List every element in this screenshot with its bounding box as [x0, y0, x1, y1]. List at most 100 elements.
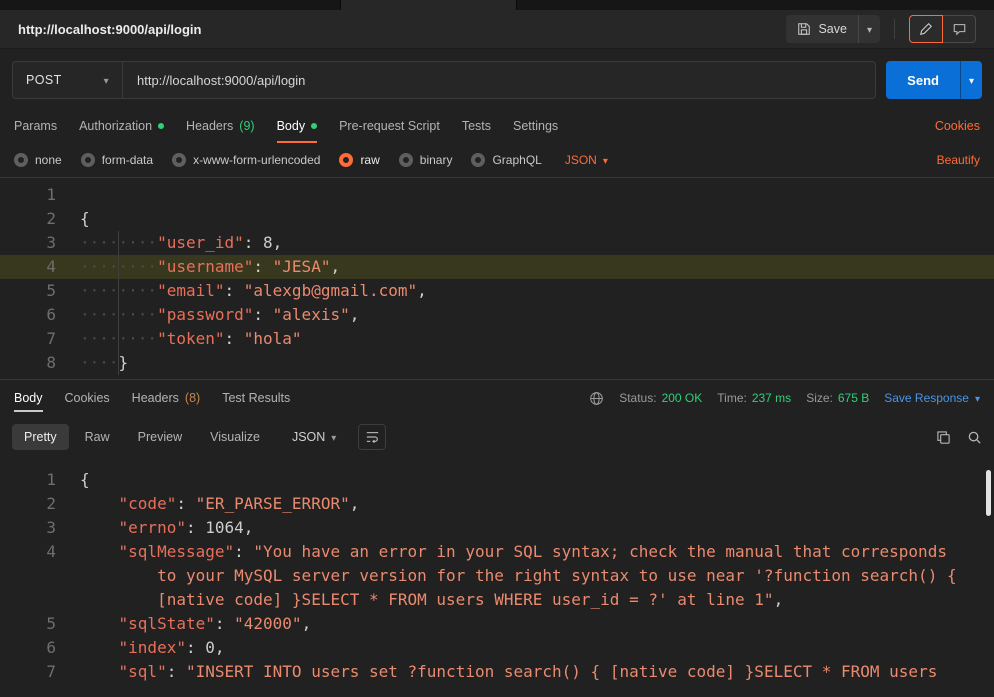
wrap-text-button[interactable] — [358, 424, 386, 450]
language-select[interactable]: JSON — [565, 153, 608, 167]
code-line[interactable]: 5 "sqlState": "42000", — [0, 612, 994, 636]
code-line[interactable]: 7 "sql": "INSERT INTO users set ?functio… — [0, 660, 994, 684]
response-tab-body[interactable]: Body — [14, 380, 43, 416]
request-tab-settings[interactable]: Settings — [513, 109, 558, 143]
line-number: 5 — [0, 279, 56, 303]
code-token: , — [350, 494, 360, 513]
request-tabs-list: Params Authorization Headers(9) Body Pre-req… — [14, 109, 558, 143]
response-tab-test-results[interactable]: Test Results — [222, 380, 290, 416]
code-line[interactable]: 1{ — [0, 468, 994, 492]
request-tab-pre-request-script[interactable]: Pre-request Script — [339, 109, 440, 143]
comment-icon — [952, 22, 967, 36]
radio-icon — [399, 153, 413, 167]
code-token: , — [774, 590, 784, 609]
beautify-link[interactable]: Beautify — [937, 153, 980, 167]
chevron-down-icon — [969, 73, 974, 87]
request-tab-authorization[interactable]: Authorization — [79, 109, 164, 143]
code-token: , — [273, 233, 283, 252]
radio-label: binary — [420, 153, 453, 167]
response-tab-headers[interactable]: Headers(8) — [132, 380, 201, 416]
code-token: "You have an error in your SQL syntax; c… — [253, 542, 947, 561]
request-editor-lines: 1 2{3········"user_id": 8,4········"user… — [0, 183, 994, 375]
cookies-link[interactable]: Cookies — [935, 119, 980, 133]
method-select[interactable]: POST — [12, 61, 122, 99]
line-number: 7 — [0, 660, 56, 684]
body-type-binary[interactable]: binary — [399, 153, 453, 167]
tab-label: Body — [14, 391, 43, 405]
chevron-down-icon — [331, 431, 336, 444]
tab-label: Authorization — [79, 119, 152, 133]
send-dropdown-button[interactable] — [960, 61, 982, 99]
code-token: "token" — [157, 329, 224, 348]
code-line[interactable]: 6········"password": "alexis", — [0, 303, 994, 327]
active-window-tab[interactable] — [340, 0, 517, 10]
code-line[interactable]: 7········"token": "hola" — [0, 327, 994, 351]
search-button[interactable] — [967, 430, 982, 445]
code-token: "INSERT INTO users set ?function search(… — [186, 662, 937, 681]
request-tabs: Params Authorization Headers(9) Body Pre-req… — [0, 109, 994, 143]
time-label: Time: — [717, 391, 747, 405]
code-line[interactable]: to your MySQL server version for the rig… — [0, 564, 994, 588]
code-line[interactable]: 1 — [0, 183, 994, 207]
code-token: to your MySQL server version for the rig… — [157, 566, 957, 585]
response-scrollbar[interactable] — [986, 470, 991, 516]
request-tab-headers[interactable]: Headers(9) — [186, 109, 255, 143]
code-token: "email" — [157, 281, 224, 300]
line-number: 7 — [0, 327, 56, 351]
view-tab-pretty[interactable]: Pretty — [12, 424, 69, 450]
comments-button[interactable] — [942, 15, 976, 43]
body-type-form-data[interactable]: form-data — [81, 153, 153, 167]
code-token: : — [253, 257, 272, 276]
send-button[interactable]: Send — [886, 61, 960, 99]
code-token: "user_id" — [157, 233, 244, 252]
code-content: "sqlState": "42000", — [56, 612, 994, 636]
code-content: ········"user_id": 8, — [56, 231, 994, 255]
indent-guide — [118, 231, 119, 375]
line-number: 1 — [0, 468, 56, 492]
code-token: "code" — [119, 494, 177, 513]
body-type-graphql[interactable]: GraphQL — [471, 153, 541, 167]
body-type-raw[interactable]: raw — [339, 153, 379, 167]
view-tab-visualize[interactable]: Visualize — [198, 424, 272, 450]
request-tab-params[interactable]: Params — [14, 109, 57, 143]
code-line[interactable]: 2 "code": "ER_PARSE_ERROR", — [0, 492, 994, 516]
method-label: POST — [26, 73, 62, 87]
save-button[interactable]: Save — [786, 15, 858, 43]
copy-button[interactable] — [936, 430, 951, 445]
chevron-down-icon — [975, 392, 980, 405]
response-body-editor[interactable]: 1{2 "code": "ER_PARSE_ERROR",3 "errno": … — [0, 458, 994, 697]
save-dropdown-button[interactable] — [858, 15, 880, 43]
view-tab-preview[interactable]: Preview — [126, 424, 194, 450]
edit-button[interactable] — [909, 15, 943, 43]
code-content: "errno": 1064, — [56, 516, 994, 540]
response-tab-cookies[interactable]: Cookies — [65, 380, 110, 416]
code-line[interactable]: 4········"username": "JESA", — [0, 255, 994, 279]
code-token: 0 — [205, 638, 215, 657]
code-line[interactable]: 6 "index": 0, — [0, 636, 994, 660]
radio-label: form-data — [102, 153, 153, 167]
view-tab-raw[interactable]: Raw — [73, 424, 122, 450]
code-line[interactable]: [native code] }SELECT * FROM users WHERE… — [0, 588, 994, 612]
code-token: : — [215, 614, 234, 633]
code-line[interactable]: 4 "sqlMessage": "You have an error in yo… — [0, 540, 994, 564]
line-number: 1 — [0, 183, 56, 207]
response-language-select[interactable]: JSON — [282, 425, 346, 449]
url-input[interactable] — [122, 61, 876, 99]
code-line[interactable]: 3········"user_id": 8, — [0, 231, 994, 255]
code-token: 8 — [263, 233, 273, 252]
code-line[interactable]: 8····} — [0, 351, 994, 375]
body-type-x-www-form-urlencoded[interactable]: x-www-form-urlencoded — [172, 153, 320, 167]
request-tab-tests[interactable]: Tests — [462, 109, 491, 143]
code-line[interactable]: 5········"email": "alexgb@gmail.com", — [0, 279, 994, 303]
request-tab-body[interactable]: Body — [277, 109, 318, 143]
request-body-editor[interactable]: 1 2{3········"user_id": 8,4········"user… — [0, 177, 994, 380]
code-content: "sql": "INSERT INTO users set ?function … — [56, 660, 994, 684]
code-line[interactable]: 3 "errno": 1064, — [0, 516, 994, 540]
code-content: ········"token": "hola" — [56, 327, 994, 351]
code-content: ········"username": "JESA", — [56, 255, 994, 279]
tab-count: (8) — [185, 391, 200, 405]
body-type-none[interactable]: none — [14, 153, 62, 167]
code-line[interactable]: 2{ — [0, 207, 994, 231]
save-response-button[interactable]: Save Response — [884, 391, 980, 405]
code-token: , — [215, 638, 225, 657]
